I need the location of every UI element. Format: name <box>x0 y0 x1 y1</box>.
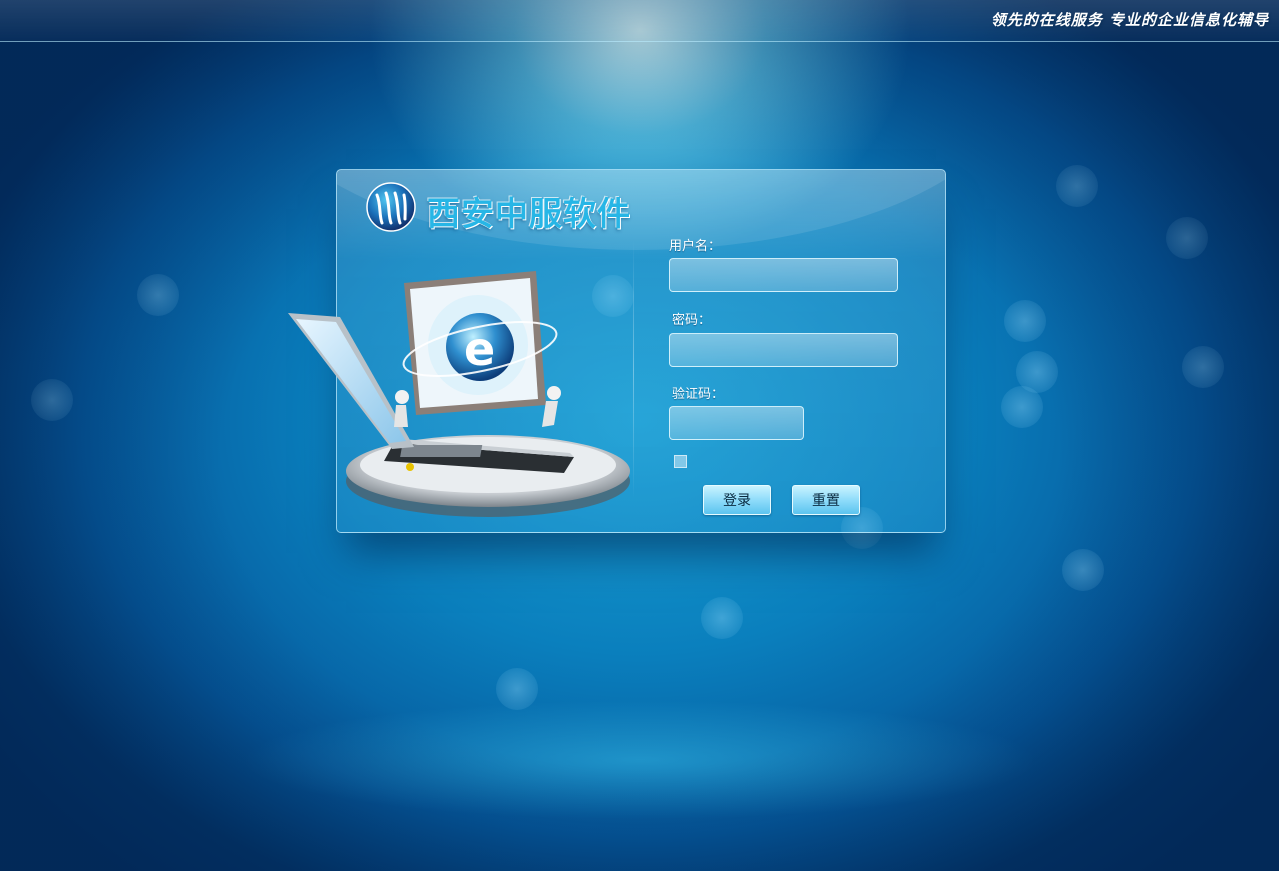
wave-w-logo-icon <box>366 182 416 232</box>
header-slogan: 领先的在线服务 专业的企业信息化辅导 <box>990 11 1269 29</box>
captcha-input[interactable] <box>669 406 804 440</box>
bokeh-light <box>1056 165 1098 207</box>
top-bar: 领先的在线服务 专业的企业信息化辅导 <box>0 0 1279 42</box>
bokeh-light <box>31 379 73 421</box>
remember-checkbox[interactable] <box>674 455 687 468</box>
bokeh-light <box>1062 549 1104 591</box>
bokeh-light <box>1182 346 1224 388</box>
background-glow <box>240 700 1040 820</box>
bokeh-light <box>701 597 743 639</box>
login-button[interactable]: 登录 <box>703 485 771 515</box>
reset-button[interactable]: 重置 <box>792 485 860 515</box>
username-label: 用户名： <box>669 239 722 254</box>
bokeh-light <box>1166 217 1208 259</box>
password-input[interactable] <box>669 333 898 367</box>
bokeh-light <box>1004 300 1046 342</box>
bokeh-light <box>1001 386 1043 428</box>
brand-name: 西安中服软件 <box>427 194 631 233</box>
captcha-label: 验证码： <box>672 387 725 402</box>
svg-text:e: e <box>464 322 495 376</box>
bokeh-light <box>137 274 179 316</box>
bokeh-light <box>496 668 538 710</box>
username-input[interactable] <box>669 258 898 292</box>
laptop-internet-explorer-illustration: e <box>288 271 630 517</box>
password-label: 密码： <box>672 313 712 328</box>
